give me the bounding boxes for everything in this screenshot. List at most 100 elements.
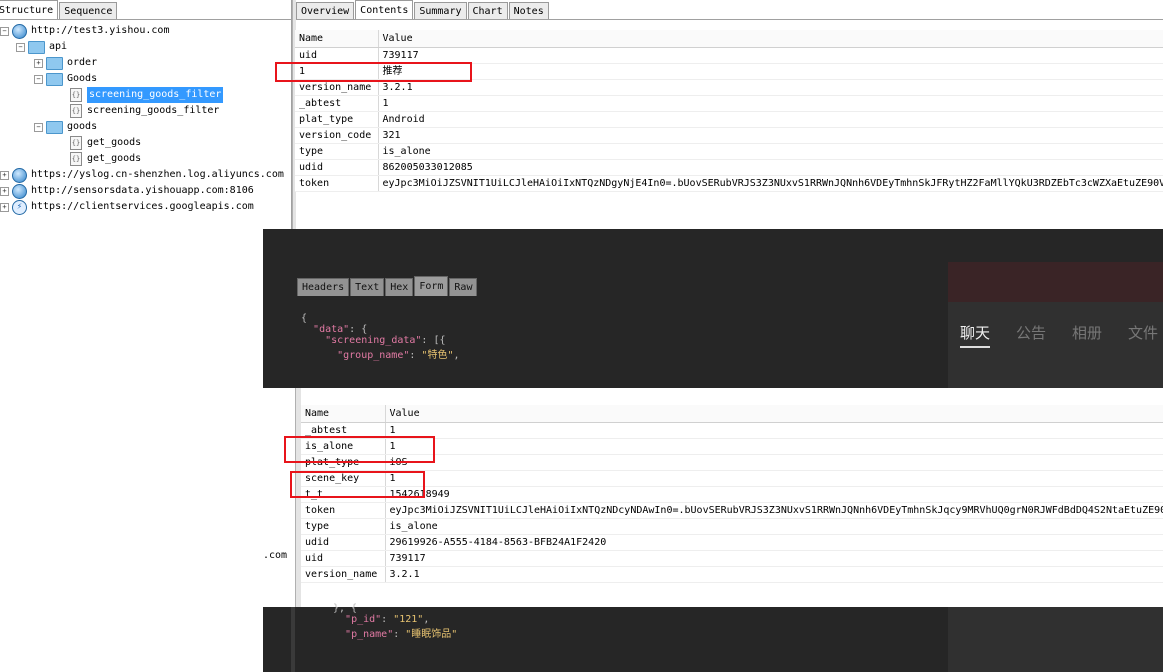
table-row[interactable]: type is_alone	[301, 518, 1163, 535]
host-label: http://sensorsdata.yishouapp.com:8106	[31, 185, 254, 196]
param-name: plat_type	[295, 111, 379, 128]
table-row[interactable]: _abtest 1	[295, 95, 1163, 112]
column-header-name[interactable]: Name	[301, 405, 386, 423]
chat-tab-album[interactable]: 相册	[1072, 322, 1102, 348]
tree-request-selected[interactable]: {} screening_goods_filter	[70, 87, 224, 103]
table-row[interactable]: uid 739117	[301, 550, 1163, 567]
param-name: uid	[301, 550, 386, 567]
tree-request[interactable]: {} get_goods	[70, 151, 141, 167]
table-row[interactable]: t_t 1542618949	[301, 486, 1163, 503]
tab-contents[interactable]: Contents	[355, 0, 414, 20]
expand-icon[interactable]: +	[0, 170, 9, 180]
tab-divider	[0, 19, 291, 20]
json-key: "group_name"	[337, 350, 410, 361]
tab-text[interactable]: Text	[350, 278, 385, 296]
column-header-name[interactable]: Name	[295, 30, 379, 48]
tab-hex[interactable]: Hex	[385, 278, 414, 296]
param-name: token	[295, 175, 379, 192]
form-params-table-ios: Name Value _abtest 1 is_alone 1 plat_type i…	[301, 405, 1163, 583]
tab-chart[interactable]: Chart	[467, 2, 508, 20]
chat-window	[948, 607, 1163, 672]
param-value: 1	[385, 470, 1163, 487]
column-header-value[interactable]: Value	[378, 30, 1163, 48]
chat-tab-notice[interactable]: 公告	[1016, 322, 1046, 348]
json-string: "睡眠饰品"	[405, 629, 458, 640]
param-value: 推荐	[378, 63, 1163, 80]
request-label: screening_goods_filter	[87, 105, 220, 116]
tab-notes[interactable]: Notes	[508, 2, 549, 20]
collapse-icon[interactable]: −	[16, 42, 25, 52]
chat-tab-chat[interactable]: 聊天	[960, 322, 991, 348]
param-value: 1	[378, 95, 1163, 112]
chat-window: 聊天 公告 相册 文件	[948, 262, 1163, 388]
json-file-icon: {}	[70, 104, 82, 118]
form-params-table: Name Value uid 739117 1 推荐 version_name 3.2…	[295, 30, 1163, 192]
collapse-icon[interactable]: −	[34, 122, 43, 132]
table-header-row: Name Value	[295, 30, 1163, 48]
json-string: "特色"	[421, 350, 454, 361]
table-row[interactable]: type is_alone	[295, 143, 1163, 160]
table-row[interactable]: plat_type Android	[295, 111, 1163, 128]
folder-icon	[28, 40, 45, 54]
param-value: 1	[385, 438, 1163, 455]
expand-icon[interactable]: +	[0, 186, 9, 196]
table-header-row: Name Value	[301, 405, 1163, 423]
param-value: 29619926-A555-4184-8563-BFB24A1F2420	[385, 534, 1163, 551]
table-row[interactable]: udid 862005033012085	[295, 159, 1163, 176]
collapse-icon[interactable]: −	[0, 26, 9, 36]
folder-label: api	[49, 41, 68, 52]
chat-header	[948, 262, 1163, 302]
tree-host-sensors[interactable]: + http://sensorsdata.yishouapp.com:8106	[0, 183, 254, 199]
tree-request[interactable]: {} get_goods	[70, 135, 141, 151]
tab-sequence[interactable]: Sequence	[59, 2, 118, 20]
json-text: {	[301, 313, 308, 324]
json-string: "121"	[393, 614, 424, 625]
tab-divider	[296, 19, 1163, 20]
table-row[interactable]: scene_key 1	[301, 470, 1163, 487]
json-file-icon: {}	[70, 136, 82, 150]
highlight-box	[275, 62, 472, 82]
tree-folder-Goods[interactable]: − Goods	[34, 71, 97, 87]
tree-host-yslog[interactable]: + https://yslog.cn-shenzhen.log.aliyuncs…	[0, 167, 284, 183]
session-tree-pane: Structure Sequence − http://test3.yishou…	[0, 0, 292, 672]
table-row[interactable]: version_name 3.2.1	[301, 566, 1163, 583]
tab-raw[interactable]: Raw	[449, 278, 478, 296]
param-name: token	[301, 502, 386, 519]
param-name: type	[301, 518, 386, 535]
tab-overview[interactable]: Overview	[296, 2, 355, 20]
json-file-icon: {}	[70, 88, 82, 102]
tab-summary[interactable]: Summary	[414, 2, 467, 20]
table-row[interactable]: token eyJpc3MiOiJZSVNIT1UiLCJleHAiOiIxNTQ…	[301, 502, 1163, 519]
tree-folder-api[interactable]: − api	[16, 39, 67, 55]
folder-label: Goods	[67, 73, 98, 84]
tab-structure[interactable]: Structure	[0, 0, 59, 20]
tree-folder-order[interactable]: + order	[34, 55, 97, 71]
tab-form[interactable]: Form	[414, 276, 449, 296]
expand-icon[interactable]: +	[34, 58, 43, 68]
column-header-value[interactable]: Value	[385, 405, 1163, 423]
param-value: eyJpc3MiOiJZSVNIT1UiLCJleHAiOiIxNTQzNDcy…	[385, 502, 1163, 519]
host-label: http://test3.yishou.com	[31, 25, 170, 36]
table-row[interactable]: version_code 321	[295, 127, 1163, 144]
param-value: 1	[385, 422, 1163, 439]
tree-host-test3[interactable]: − http://test3.yishou.com	[0, 23, 169, 39]
table-row[interactable]: token eyJpc3MiOiJZSVNIT1UiLCJleHAiOiIxNTQ…	[295, 175, 1163, 192]
tree-request[interactable]: {} screening_goods_filter	[70, 103, 219, 119]
collapse-icon[interactable]: −	[34, 74, 43, 84]
request-label: get_goods	[87, 153, 142, 164]
globe-icon	[12, 167, 27, 183]
chat-tab-files[interactable]: 文件	[1128, 322, 1158, 348]
tree-host-googleapis[interactable]: + ⚡ https://clientservices.googleapis.co…	[0, 199, 254, 215]
host-label: https://clientservices.googleapis.com	[31, 201, 254, 212]
json-key: "p_id"	[345, 614, 382, 625]
tree-folder-goods[interactable]: − goods	[34, 119, 97, 135]
param-value: 3.2.1	[385, 566, 1163, 583]
param-value: 3.2.1	[378, 79, 1163, 96]
param-name: type	[295, 143, 379, 160]
globe-icon	[12, 23, 27, 39]
tab-headers[interactable]: Headers	[297, 278, 350, 296]
table-row[interactable]: udid 29619926-A555-4184-8563-BFB24A1F2420	[301, 534, 1163, 551]
param-value: Android	[378, 111, 1163, 128]
expand-icon[interactable]: +	[0, 202, 9, 212]
lightning-icon: ⚡	[12, 199, 27, 215]
